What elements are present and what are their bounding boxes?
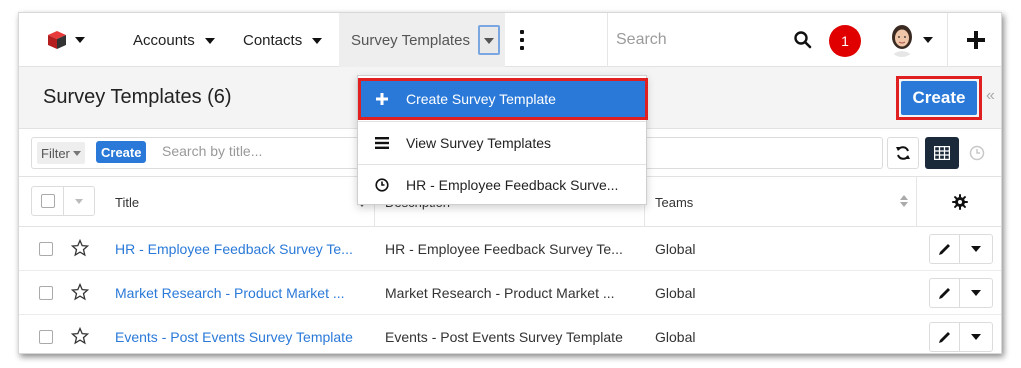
star-icon[interactable] (71, 327, 89, 345)
clock-icon (969, 145, 985, 161)
cube-logo-icon (48, 31, 66, 49)
chevron-down-icon (312, 37, 323, 44)
table-row[interactable]: Events - Post Events Survey Template Eve… (19, 315, 1001, 353)
avatar (887, 23, 917, 57)
edit-button[interactable] (930, 323, 960, 351)
edit-button[interactable] (930, 279, 960, 307)
create-button[interactable]: Create (901, 81, 977, 115)
nav-item-label: Survey Templates (351, 31, 470, 49)
record-description: Events - Post Events Survey Template (385, 329, 623, 345)
app-logo-menu[interactable] (47, 27, 91, 53)
nav-item-contacts[interactable]: Contacts (243, 13, 323, 67)
list-view-button[interactable] (925, 137, 959, 169)
mass-select-control[interactable] (31, 186, 95, 216)
user-menu[interactable] (887, 23, 933, 57)
star-icon[interactable] (71, 239, 89, 257)
chevron-down-icon (923, 37, 933, 43)
nav-dropdown-toggle[interactable] (477, 25, 500, 55)
pencil-icon (938, 244, 950, 255)
column-header-title[interactable]: Title (105, 177, 375, 227)
menu-item-label: View Survey Templates (406, 135, 551, 151)
chevron-down-icon (971, 290, 981, 296)
record-title-link[interactable]: Market Research - Product Market ... (115, 271, 365, 315)
record-title-link[interactable]: Events - Post Events Survey Template (115, 315, 367, 353)
clock-icon (375, 178, 389, 192)
menu-item-create-survey-template[interactable]: Create Survey Template (358, 78, 648, 120)
global-search[interactable]: Search (607, 13, 819, 67)
filter-button[interactable]: Filter (37, 142, 85, 164)
record-description: Market Research - Product Market ... (385, 285, 615, 301)
pencil-icon (938, 332, 950, 343)
notification-badge[interactable]: 1 (829, 25, 861, 57)
edit-button[interactable] (930, 235, 960, 263)
record-teams: Global (655, 241, 696, 257)
row-actions (929, 278, 993, 308)
filter-label: Filter (41, 145, 70, 161)
row-menu-button[interactable] (960, 279, 992, 307)
menu-item-label: Create Survey Template (406, 91, 556, 107)
search-title-input[interactable]: Search by title... (162, 143, 262, 159)
column-settings[interactable] (917, 177, 1001, 227)
quick-create-button[interactable] (947, 13, 1001, 67)
search-icon[interactable] (793, 30, 813, 50)
create-filter-button[interactable]: Create (96, 141, 147, 163)
chevron-down-icon (75, 37, 85, 43)
refresh-icon (896, 146, 910, 160)
row-checkbox[interactable] (39, 242, 53, 256)
gear-icon[interactable] (952, 194, 968, 210)
table-row[interactable]: HR - Employee Feedback Survey Te... HR -… (19, 227, 1001, 271)
nav-item-label: Contacts (243, 31, 303, 49)
menu-item-recent-hr-survey[interactable]: HR - Employee Feedback Surve... (358, 164, 646, 206)
chevron-down-icon (204, 37, 215, 44)
record-description: HR - Employee Feedback Survey Te... (385, 241, 623, 257)
top-navigation-bar: Accounts Contacts Survey Templates Searc… (19, 13, 1001, 67)
table-row[interactable]: Market Research - Product Market ... Mar… (19, 271, 1001, 315)
record-title-link[interactable]: HR - Employee Feedback Survey Te... (115, 227, 365, 271)
star-icon[interactable] (71, 283, 89, 301)
menu-item-label: HR - Employee Feedback Surve... (406, 177, 619, 193)
row-actions (929, 234, 993, 264)
table-grid-icon (934, 146, 950, 160)
select-all-checkbox[interactable] (40, 194, 55, 208)
row-checkbox[interactable] (39, 330, 53, 344)
refresh-button[interactable] (887, 137, 919, 169)
record-teams: Global (655, 285, 696, 301)
list-icon (375, 137, 389, 149)
pencil-icon (938, 288, 950, 299)
column-label: Teams (655, 194, 694, 210)
app-window: Accounts Contacts Survey Templates Searc… (18, 12, 1002, 354)
nav-item-accounts[interactable]: Accounts (133, 13, 215, 67)
page-title: Survey Templates (6) (43, 86, 232, 108)
more-menu-icon[interactable] (517, 30, 527, 50)
search-input[interactable]: Search (608, 31, 793, 49)
chevron-down-icon (483, 37, 494, 44)
row-menu-button[interactable] (960, 235, 992, 263)
sort-icon[interactable] (900, 195, 908, 207)
row-actions (929, 322, 993, 352)
menu-item-view-survey-templates[interactable]: View Survey Templates (358, 122, 646, 164)
double-chevron-left-icon[interactable]: « (986, 87, 995, 105)
chevron-down-icon[interactable] (75, 198, 83, 204)
column-label: Title (115, 194, 140, 210)
chevron-down-icon (72, 150, 81, 156)
survey-templates-dropdown: Create Survey Template View Survey Templ… (357, 75, 648, 206)
plus-icon (376, 93, 388, 105)
nav-item-label: Accounts (133, 31, 195, 49)
chevron-down-icon (971, 246, 981, 252)
plus-icon (966, 31, 985, 49)
record-teams: Global (655, 329, 696, 345)
nav-item-survey-templates[interactable]: Survey Templates (339, 13, 505, 67)
activity-view-button[interactable] (961, 137, 993, 169)
row-menu-button[interactable] (960, 323, 992, 351)
chevron-down-icon (971, 334, 981, 340)
row-checkbox[interactable] (39, 286, 53, 300)
column-header-teams[interactable]: Teams (645, 177, 917, 227)
